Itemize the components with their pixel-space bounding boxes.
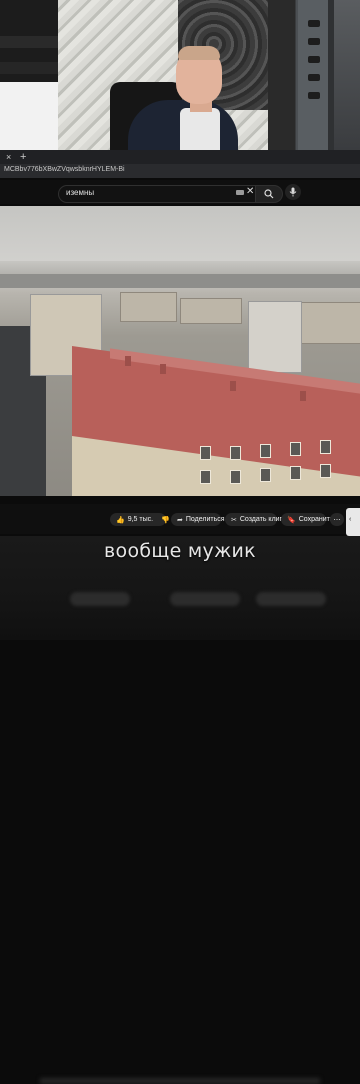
window [200, 470, 211, 484]
window [290, 442, 301, 456]
window [320, 440, 331, 454]
window [260, 468, 271, 482]
building [334, 0, 360, 150]
window [320, 464, 331, 478]
share-label: Поделиться [185, 516, 225, 523]
video-player[interactable] [0, 206, 360, 496]
window [230, 446, 241, 460]
window [290, 466, 301, 480]
blurred-text [40, 1078, 320, 1084]
search-query: иземны [66, 188, 95, 197]
close-tab-icon[interactable]: × [6, 152, 11, 162]
blurred-button [256, 592, 326, 606]
save-button[interactable]: 🔖 Сохранить [281, 513, 334, 526]
scissors-icon: ✂ [231, 516, 237, 524]
search-button[interactable] [255, 185, 283, 203]
window [200, 446, 211, 460]
chimney [160, 364, 166, 374]
keyboard-icon[interactable] [236, 190, 244, 195]
share-button[interactable]: ➦ Поделиться [171, 513, 225, 526]
video-subtitle: вообще мужик [104, 540, 256, 562]
car [308, 20, 320, 27]
window [230, 470, 241, 484]
building [120, 292, 177, 322]
like-button[interactable]: 👍 9,5 тыс. 👎 [110, 513, 170, 526]
window [260, 444, 271, 458]
chevron-icon: ‹ [349, 516, 352, 523]
panel-bar [0, 36, 58, 48]
like-count: 9,5 тыс. [127, 516, 154, 523]
building [300, 302, 360, 344]
save-label: Сохранить [298, 516, 334, 523]
car [308, 38, 320, 45]
bookmark-icon: 🔖 [287, 516, 296, 524]
thumbs-up-icon: 👍 [116, 516, 125, 524]
blurred-button [70, 592, 130, 606]
building [248, 301, 302, 373]
search-icon [264, 189, 274, 199]
panel-white-area [0, 82, 58, 150]
create-clip-button[interactable]: ✂ Создать клип [225, 513, 283, 526]
left-window-panel [0, 0, 58, 150]
clip-label: Создать клип [239, 516, 284, 523]
car [308, 56, 320, 63]
side-panel-edge: ‹ [346, 508, 360, 536]
street-camera-view [268, 0, 360, 150]
streamer-webcam [58, 0, 268, 152]
new-tab-icon[interactable]: + [20, 151, 26, 163]
car [308, 74, 320, 81]
chimney [300, 391, 306, 401]
address-url: MCBbv776bXBwZVqwsbknrHYLEM-Bi [4, 166, 125, 173]
microphone-icon [289, 187, 297, 197]
car [308, 92, 320, 99]
voice-search-button[interactable] [285, 184, 301, 200]
chimney [230, 381, 236, 391]
panel-bar [0, 62, 58, 74]
streamer-hair [178, 46, 220, 60]
tab-strip [0, 150, 360, 164]
more-actions-button[interactable]: ⋯ [330, 513, 344, 526]
share-icon: ➦ [177, 516, 183, 524]
skyline [0, 274, 360, 288]
chimney [125, 356, 131, 366]
streamer-shirt [180, 108, 220, 152]
building [180, 298, 242, 324]
clear-search-icon[interactable]: ✕ [246, 186, 254, 197]
blurred-button [170, 592, 240, 606]
thumbs-down-icon[interactable]: 👎 [161, 516, 170, 524]
